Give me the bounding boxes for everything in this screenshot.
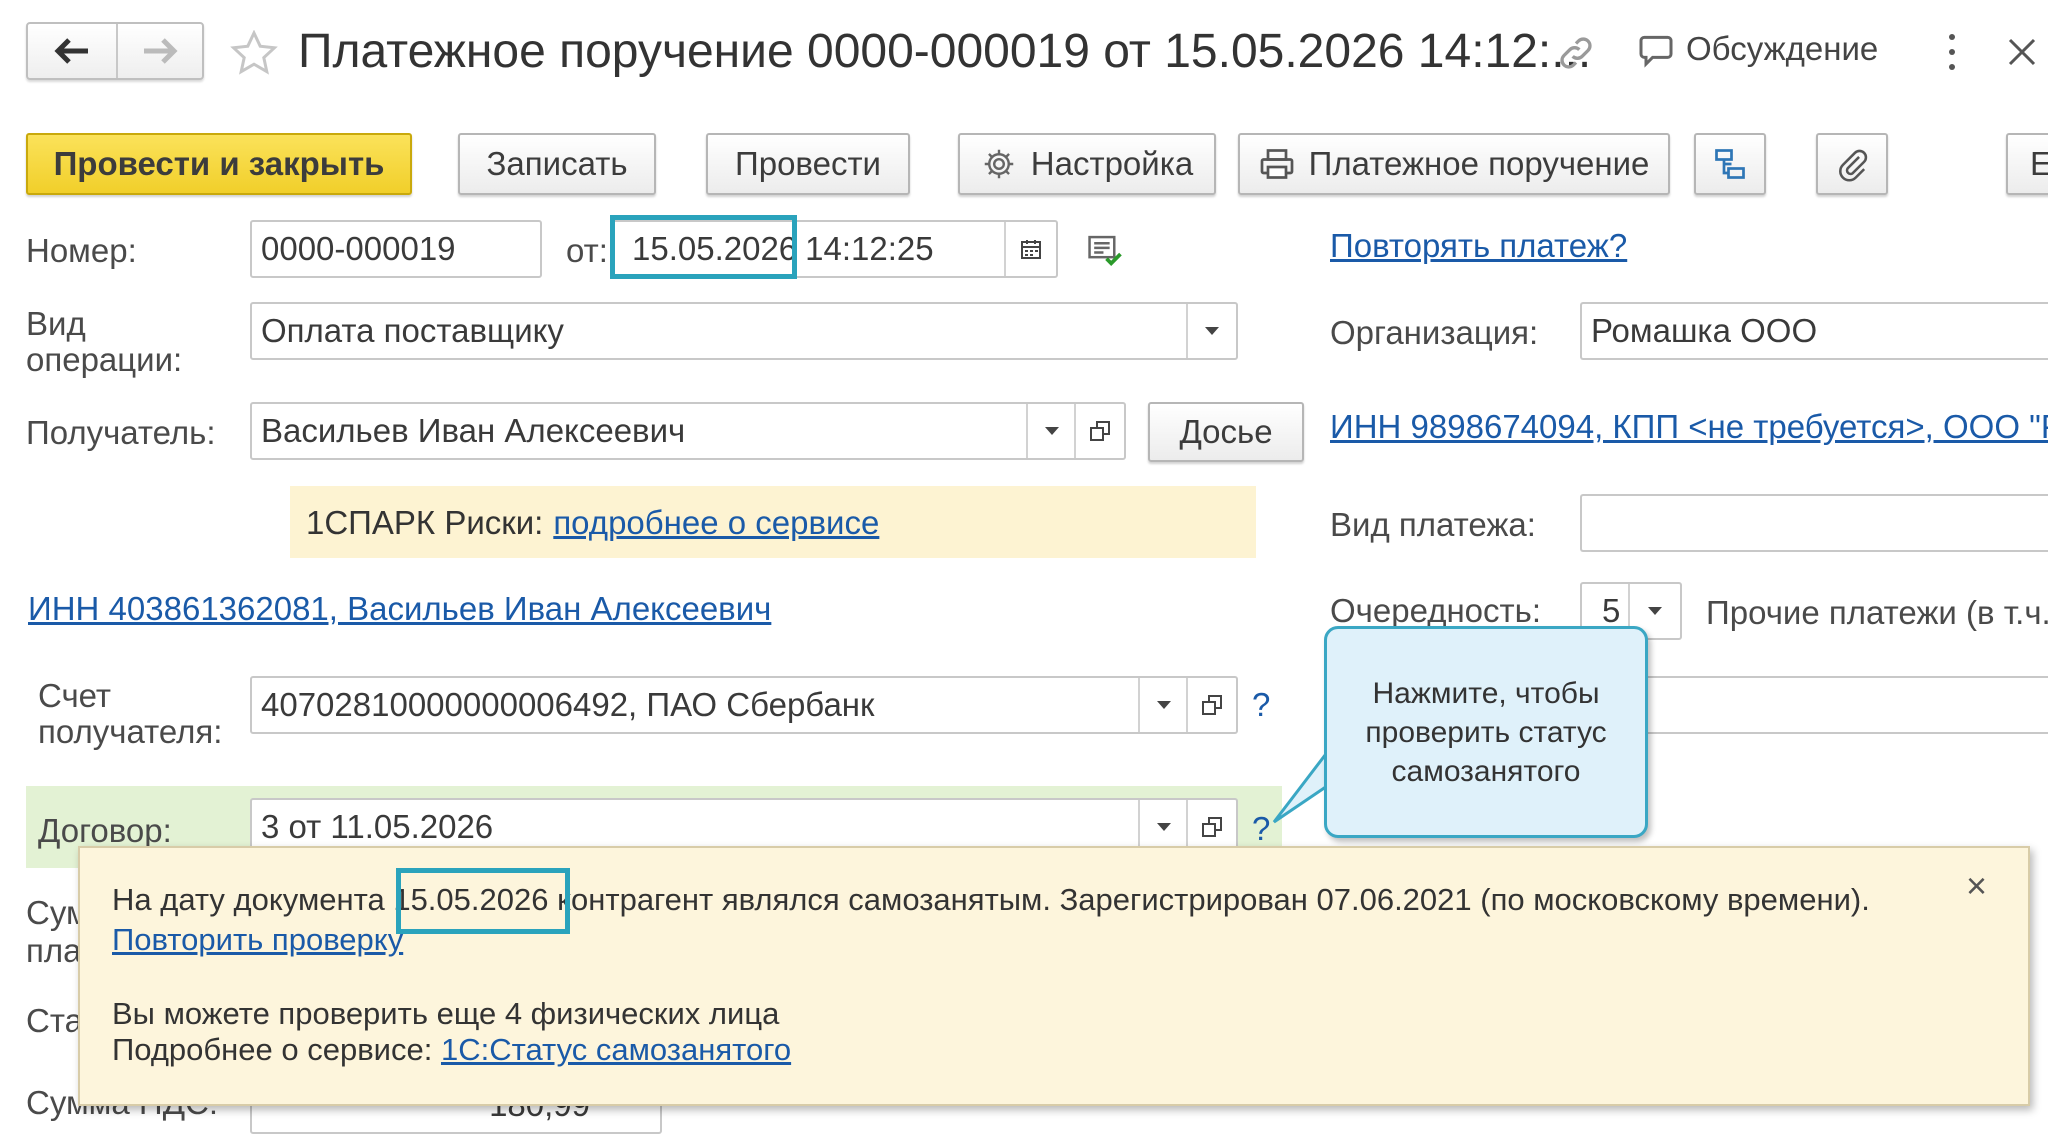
document-status-icon <box>1088 235 1122 266</box>
discussion-label: Обсуждение <box>1686 30 1879 67</box>
attachment-button[interactable] <box>1816 133 1888 195</box>
organization-input[interactable]: Ромашка ООО <box>1580 302 2048 360</box>
repeat-payment-link[interactable]: Повторять платеж? <box>1330 229 1627 262</box>
time-value: 14:12:25 <box>805 230 934 267</box>
post-and-close-button[interactable]: Провести и закрыть <box>26 133 412 195</box>
account-input[interactable]: 40702810000000006492, ПАО Сбербанк <box>250 676 1238 734</box>
dossier-button[interactable]: Досье <box>1148 402 1304 462</box>
operation-select[interactable]: Оплата поставщику <box>250 302 1238 360</box>
open-form-icon <box>1202 695 1222 715</box>
paperclip-icon <box>1839 149 1868 182</box>
account-value: 40702810000000006492, ПАО Сбербанк <box>261 686 875 723</box>
date-highlight-frame <box>610 215 797 279</box>
arrow-right-icon <box>144 38 178 64</box>
operation-dropdown[interactable] <box>1186 304 1236 358</box>
print-payment-order-button[interactable]: Платежное поручение <box>1238 133 1670 195</box>
account-label: Счет получателя: <box>38 677 223 750</box>
back-button[interactable] <box>28 24 118 78</box>
close-icon[interactable] <box>2006 36 2038 68</box>
favorite-star-icon[interactable] <box>230 30 278 76</box>
more-actions-label: E <box>2030 145 2048 182</box>
account-dropdown[interactable] <box>1138 678 1188 732</box>
calendar-button[interactable] <box>1004 222 1056 276</box>
organization-inn-link[interactable]: ИНН 9898674094, КПП <не требуется>, ООО … <box>1330 410 2048 443</box>
recipient-input[interactable]: Васильев Иван Алексеевич <box>250 402 1126 460</box>
popup-line1-suffix: контрагент являлся самозанятым. Зарегист… <box>557 882 1870 917</box>
callout-text: Нажмите, чтобы проверить статус самозаня… <box>1365 676 1607 788</box>
self-employed-popup: На дату документа 15.05.2026 контрагент … <box>78 846 2030 1106</box>
post-label: Провести <box>735 145 881 182</box>
priority-description: Прочие платежи (в т.ч. <box>1706 594 2048 631</box>
chevron-down-icon <box>1045 427 1059 435</box>
remaining-checks-text: Вы можете проверить еще 4 физических лиц… <box>112 996 780 1031</box>
hierarchy-icon <box>1715 149 1745 179</box>
payment-type-label: Вид платежа: <box>1330 506 1536 543</box>
post-button[interactable]: Провести <box>706 133 910 195</box>
status-label-partial: Ста <box>26 1002 83 1039</box>
payment-type-input[interactable] <box>1580 494 2048 552</box>
structure-button[interactable] <box>1694 133 1766 195</box>
priority-label: Очередность: <box>1330 592 1542 629</box>
calendar-icon <box>1021 240 1041 259</box>
number-input[interactable]: 0000-000019 <box>250 220 542 278</box>
date-from-label: от: <box>566 232 608 269</box>
recipient-label: Получатель: <box>26 414 216 451</box>
window-title: Платежное поручение 0000-000019 от 15.05… <box>298 25 1592 78</box>
save-label: Записать <box>486 145 628 182</box>
spark-risks-label: 1СПАРК Риски: <box>306 503 544 541</box>
more-menu-icon[interactable] <box>1946 34 1958 70</box>
service-link[interactable]: 1С:Статус самозанятого <box>441 1032 791 1067</box>
sum-label-partial-2: пла <box>26 932 82 969</box>
organization-label: Организация: <box>1330 314 1539 351</box>
contract-label: Договор: <box>38 812 172 849</box>
callout-bubble: Нажмите, чтобы проверить статус самозаня… <box>1324 626 1648 838</box>
service-info-line: Подробнее о сервисе: 1С:Статус самозанят… <box>112 1034 791 1065</box>
priority-value: 5 <box>1602 592 1621 629</box>
spark-risks-link[interactable]: подробнее о сервисе <box>553 506 879 539</box>
self-employed-check-icon[interactable]: ? <box>1252 812 1270 845</box>
chevron-down-icon <box>1205 327 1219 335</box>
print-label: Платежное поручение <box>1308 145 1650 182</box>
nav-button-group <box>26 22 204 80</box>
operation-label: Вид операции: <box>26 305 183 378</box>
arrow-left-icon <box>54 38 88 64</box>
save-button[interactable]: Записать <box>458 133 656 195</box>
operation-value: Оплата поставщику <box>261 312 564 349</box>
popup-close-icon[interactable]: × <box>1966 868 1987 904</box>
account-open-button[interactable] <box>1186 678 1236 732</box>
account-help-icon[interactable]: ? <box>1252 688 1270 721</box>
popup-line1-prefix: На дату документа <box>112 882 385 917</box>
popup-date-highlight-frame <box>396 868 570 934</box>
chat-icon <box>1639 35 1673 68</box>
retry-check-link[interactable]: Повторить проверку <box>112 924 403 955</box>
open-form-icon <box>1090 421 1110 441</box>
contract-value: 3 от 11.05.2026 <box>261 808 494 845</box>
recipient-inn-link[interactable]: ИНН 403861362081, Васильев Иван Алексеев… <box>28 592 771 625</box>
number-label: Номер: <box>26 232 137 269</box>
service-info-label: Подробнее о сервисе: <box>112 1032 433 1067</box>
forward-button[interactable] <box>118 24 202 78</box>
gear-icon <box>984 149 1014 179</box>
open-form-icon <box>1202 817 1222 837</box>
post-and-close-label: Провести и закрыть <box>53 145 385 182</box>
chevron-down-icon <box>1157 823 1171 831</box>
discussion-button[interactable]: Обсуждение <box>1636 30 1878 68</box>
more-actions-button[interactable]: E <box>2006 133 2048 195</box>
dossier-label: Досье <box>1179 413 1273 450</box>
chevron-down-icon <box>1157 701 1171 709</box>
spark-risks-banner: 1СПАРК Риски: подробнее о сервисе <box>290 486 1256 558</box>
recipient-open-button[interactable] <box>1074 404 1124 458</box>
popup-line1: На дату документа 15.05.2026 контрагент … <box>112 884 1870 915</box>
right-column-field[interactable] <box>1580 676 2048 734</box>
printer-icon <box>1260 149 1293 179</box>
settings-label: Настройка <box>1030 145 1194 182</box>
recipient-dropdown[interactable] <box>1026 404 1076 458</box>
settings-button[interactable]: Настройка <box>958 133 1216 195</box>
recipient-value: Васильев Иван Алексеевич <box>261 412 686 449</box>
link-icon[interactable] <box>1556 33 1596 73</box>
chevron-down-icon <box>1648 607 1662 615</box>
